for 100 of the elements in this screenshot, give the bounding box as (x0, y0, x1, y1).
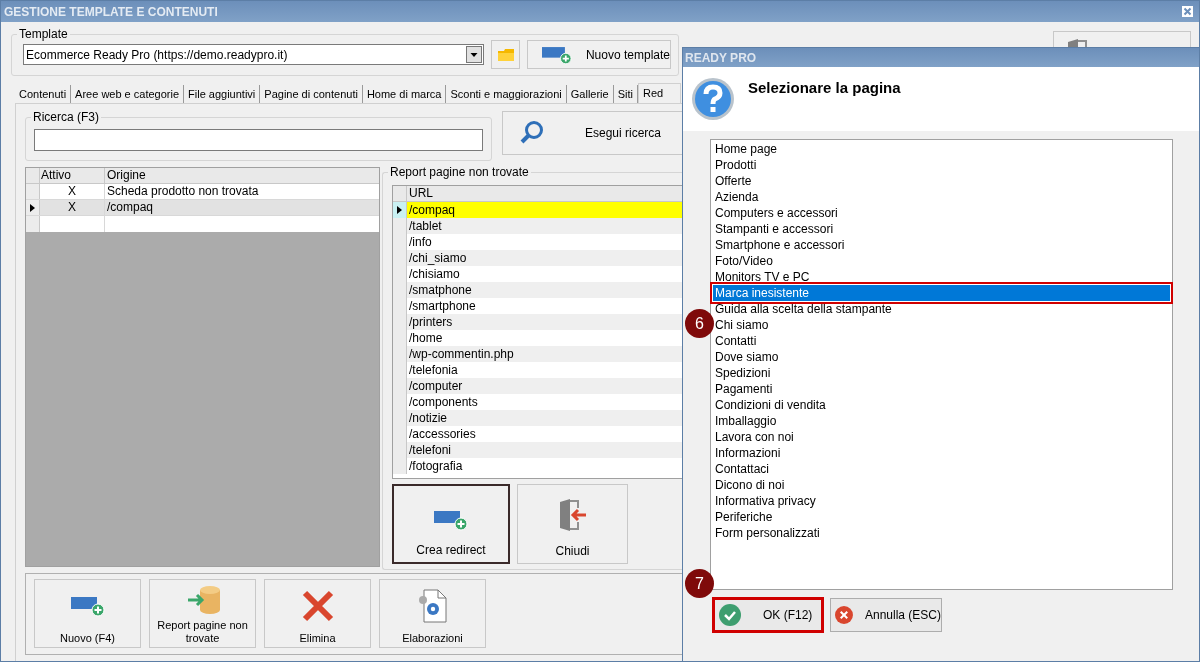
toolbar-button[interactable]: Elaborazioni (379, 579, 486, 648)
dialog-prompt: Selezionare la pagina (748, 78, 901, 98)
list-item[interactable]: Lavora con noi (713, 429, 1170, 445)
list-item[interactable]: Monitors TV e PC (713, 269, 1170, 285)
list-item[interactable]: Dicono di noi (713, 477, 1170, 493)
table-cell-text: /telefonia (408, 362, 459, 378)
list-item[interactable]: Form personalizzati (713, 525, 1170, 541)
row-pointer-icon (397, 206, 402, 214)
table-cell-text: /tablet (408, 218, 443, 234)
action-button[interactable]: Crea redirect (392, 484, 510, 564)
tab[interactable]: Pagine di contenuti (260, 85, 363, 103)
column-header: Attivo (40, 168, 105, 183)
grid-row[interactable]: /computer (393, 378, 683, 394)
list-item[interactable]: Contatti (713, 333, 1170, 349)
table-cell-text: Scheda prodotto non trovata (106, 184, 260, 199)
table-cell-text: /printers (408, 314, 454, 330)
cancel-icon (835, 604, 853, 626)
table-cell: X (40, 184, 105, 199)
tab[interactable]: File aggiuntivi (184, 85, 261, 103)
list-item[interactable]: Periferiche (713, 509, 1170, 525)
tab[interactable]: Contenuti (15, 85, 72, 103)
list-item[interactable]: Guida alla scelta della stampante (713, 301, 1170, 317)
new-template-button[interactable]: Nuovo template (527, 40, 671, 69)
grid-row[interactable]: /chi_siamo (393, 250, 683, 266)
grid-row[interactable]: /tablet (393, 218, 683, 234)
add-icon (434, 509, 468, 531)
search-icon (519, 120, 545, 146)
list-item[interactable]: Offerte (713, 173, 1170, 189)
list-item[interactable]: Stampanti e accessori (713, 221, 1170, 237)
delete-icon (301, 590, 334, 622)
table-cell-text: /telefoni (408, 442, 453, 458)
grid-row[interactable]: /compaq (393, 202, 683, 218)
table-cell-text: /components (408, 394, 479, 410)
table-cell: X (40, 200, 105, 215)
list-item[interactable]: Informativa privacy (713, 493, 1170, 509)
list-item[interactable]: Spedizioni (713, 365, 1170, 381)
list-item[interactable]: Dove siamo (713, 349, 1170, 365)
grid-row[interactable]: X /compaq (26, 200, 379, 216)
list-item[interactable]: Computers e accessori (713, 205, 1170, 221)
toolbar-button[interactable]: Nuovo (F4) (34, 579, 141, 648)
row-pointer-icon (30, 203, 35, 212)
page-list[interactable] (710, 139, 1173, 590)
row-header-cell (393, 458, 407, 474)
table-cell-text: /compaq (106, 200, 155, 215)
door-icon (557, 498, 588, 532)
list-item[interactable]: Pagamenti (713, 381, 1170, 397)
list-item[interactable]: Marca inesistente (713, 285, 1170, 301)
cancel-button[interactable]: Annulla (ESC) (830, 598, 942, 632)
table-cell-text: /computer (408, 378, 464, 394)
search-field[interactable] (34, 129, 483, 151)
toolbar-button[interactable]: Elimina (264, 579, 371, 648)
add-icon (70, 595, 105, 617)
group-label: Report pagine non trovate (388, 165, 531, 179)
tab[interactable]: Aree web e categorie (71, 85, 185, 103)
window-title: GESTIONE TEMPLATE E CONTENUTI (4, 3, 218, 21)
list-item[interactable]: Contattaci (713, 461, 1170, 477)
table-cell-text: /notizie (408, 410, 449, 426)
folder-icon (497, 48, 514, 61)
tab[interactable]: Gallerie (566, 85, 614, 103)
question-icon (691, 77, 735, 121)
list-item[interactable]: Condizioni di vendita (713, 397, 1170, 413)
action-button[interactable]: Chiudi (517, 484, 628, 564)
tab[interactable]: Home di marca (362, 85, 447, 103)
grid-row[interactable]: /wp-commentin.php (393, 346, 683, 362)
gear-document-icon (417, 589, 448, 623)
check-icon (719, 604, 741, 626)
list-item[interactable]: Prodotti (713, 157, 1170, 173)
grid-row[interactable]: /smatphone (393, 282, 683, 298)
table-cell-text: /chisiamo (408, 266, 461, 282)
list-item[interactable]: Home page (713, 141, 1170, 157)
table-cell-text: /accessories (408, 426, 477, 442)
column-header: URL (408, 186, 434, 201)
grid-row[interactable]: X Scheda prodotto non trovata (26, 184, 379, 200)
grid-row[interactable]: /notizie (393, 410, 683, 426)
tab[interactable]: Sconti e maggiorazioni (446, 85, 567, 103)
list-item[interactable]: Smartphone e accessori (713, 237, 1170, 253)
table-cell-text: /fotografia (408, 458, 464, 474)
list-item[interactable]: Imballaggio (713, 413, 1170, 429)
table-cell-text: /home (408, 330, 444, 346)
table-cell-text: /smartphone (408, 298, 477, 314)
grid-row[interactable]: /printers (393, 314, 683, 330)
group-label: Ricerca (F3) (31, 110, 101, 124)
column-header: Origine (106, 168, 147, 183)
tab[interactable]: Red (637, 83, 681, 103)
toolbar-button[interactable]: Report pagine non trovate (149, 579, 256, 648)
list-item[interactable]: Azienda (713, 189, 1170, 205)
table-cell-text: /smatphone (408, 282, 473, 298)
grid-row[interactable]: /telefoni (393, 442, 683, 458)
database-icon (185, 584, 220, 615)
list-item[interactable]: Informazioni (713, 445, 1170, 461)
dialog-title: READY PRO (685, 49, 757, 67)
close-icon[interactable] (1182, 6, 1193, 17)
template-dropdown[interactable]: Ecommerce Ready Pro (https://demo.readypro.it) (23, 44, 484, 65)
group-label: Template (17, 27, 70, 41)
list-item[interactable]: Chi siamo (713, 317, 1170, 333)
step-badge: 7 (685, 569, 714, 598)
table-cell-text: /compaq (408, 202, 457, 218)
tab[interactable]: Siti (613, 85, 638, 103)
ok-button[interactable]: OK (F12) (712, 597, 824, 633)
list-item[interactable]: Foto/Video (713, 253, 1170, 269)
